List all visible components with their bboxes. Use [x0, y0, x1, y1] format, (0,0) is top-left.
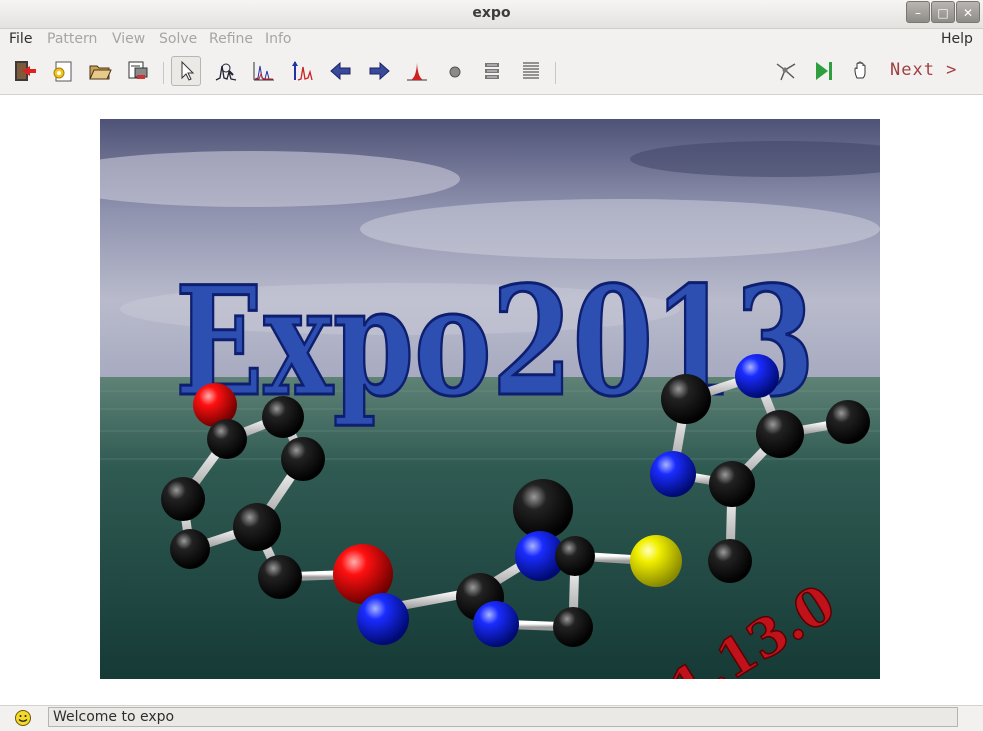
exit-icon[interactable]: [10, 56, 40, 86]
maximize-button[interactable]: □: [931, 1, 955, 23]
toolbar-separator: [555, 62, 556, 84]
menu-file[interactable]: File: [9, 31, 32, 47]
print-icon[interactable]: [123, 56, 153, 86]
window-title: expo: [472, 5, 511, 21]
single-peak-icon[interactable]: [402, 56, 432, 86]
open-folder-icon[interactable]: [85, 56, 115, 86]
toolbar-separator: [163, 62, 164, 84]
close-button[interactable]: ✕: [956, 1, 980, 23]
pattern-plot-icon[interactable]: [248, 56, 278, 86]
toolbar: [0, 52, 983, 92]
window-controls: – □ ✕: [905, 1, 980, 23]
molecule-icon[interactable]: [771, 56, 801, 86]
menu-pattern[interactable]: Pattern: [47, 31, 97, 47]
menu-info[interactable]: Info: [265, 31, 292, 47]
circle-icon[interactable]: [440, 56, 470, 86]
splash-image: Expo2013 1.13.0: [100, 119, 880, 679]
status-message: Welcome to expo: [48, 707, 958, 727]
menu-solve[interactable]: Solve: [159, 31, 197, 47]
play-next-icon[interactable]: [809, 56, 839, 86]
hand-icon[interactable]: [847, 56, 877, 86]
peak-markers-icon[interactable]: [287, 56, 317, 86]
arrow-left-icon[interactable]: [326, 56, 356, 86]
next-button[interactable]: Next >: [890, 60, 957, 80]
smiley-icon: [14, 709, 32, 731]
peak-search-icon[interactable]: [211, 56, 241, 86]
title-bar: expo – □ ✕: [0, 0, 983, 29]
select-pointer-icon[interactable]: [171, 56, 201, 86]
status-bar: Welcome to expo: [0, 705, 983, 731]
minimize-button[interactable]: –: [906, 1, 930, 23]
menu-help[interactable]: Help: [941, 31, 973, 47]
menu-bar: File Pattern View Solve Refine Info Help: [0, 28, 983, 50]
menu-view[interactable]: View: [112, 31, 145, 47]
list-compact-icon[interactable]: [477, 56, 507, 86]
menu-refine[interactable]: Refine: [209, 31, 253, 47]
arrow-right-icon[interactable]: [364, 56, 394, 86]
list-lines-icon[interactable]: [516, 56, 546, 86]
new-project-icon[interactable]: [48, 56, 78, 86]
